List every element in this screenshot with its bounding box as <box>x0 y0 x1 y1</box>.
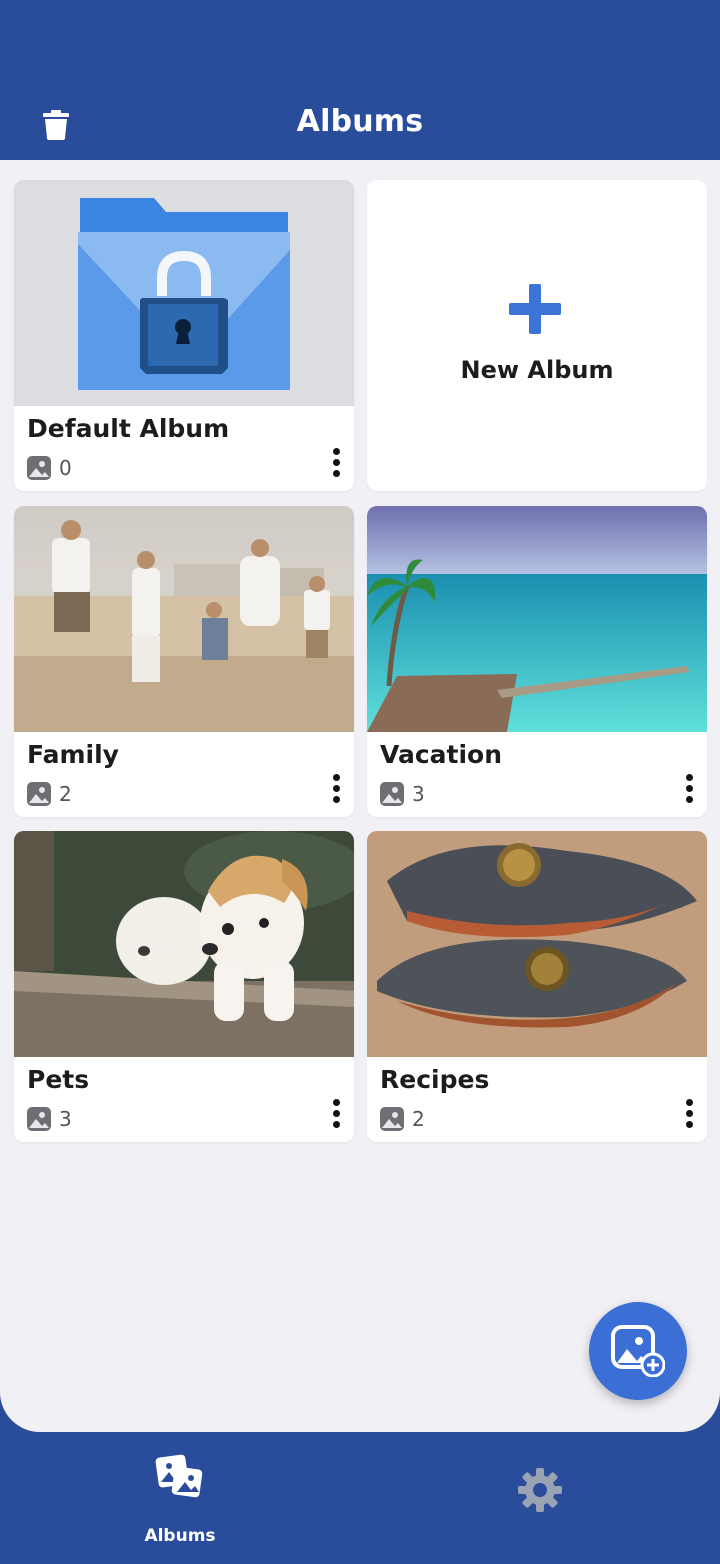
album-card-pets[interactable]: Pets 3 <box>14 831 354 1142</box>
more-dot <box>332 795 340 803</box>
add-photo-button[interactable] <box>589 1302 687 1400</box>
photo-icon <box>27 456 51 480</box>
more-dot <box>332 469 340 477</box>
album-more-button[interactable] <box>326 1095 346 1131</box>
locked-folder-icon <box>14 180 354 406</box>
new-album-label: New Album <box>460 356 614 384</box>
plus-icon <box>509 284 561 334</box>
album-name: Default Album <box>27 414 230 443</box>
more-dot <box>332 458 340 466</box>
more-dot <box>685 795 693 803</box>
album-more-button[interactable] <box>326 444 346 480</box>
album-name: Pets <box>27 1065 90 1094</box>
album-count-row: 2 <box>27 782 72 806</box>
album-card-family[interactable]: Family 2 <box>14 506 354 817</box>
album-count-row: 2 <box>380 1107 425 1131</box>
photo-icon <box>380 782 404 806</box>
bottom-nav: Albums <box>0 1432 720 1564</box>
album-photo-count: 0 <box>59 456 72 480</box>
album-count-row: 3 <box>27 1107 72 1131</box>
albums-icon <box>155 1454 203 1498</box>
album-photo-count: 2 <box>59 782 72 806</box>
album-name: Vacation <box>380 740 503 769</box>
more-dot <box>685 773 693 781</box>
album-photo-count: 3 <box>59 1107 72 1131</box>
album-count-row: 3 <box>380 782 425 806</box>
more-dot <box>332 773 340 781</box>
more-dot <box>332 1098 340 1106</box>
add-photo-icon <box>611 1325 665 1377</box>
new-album-card[interactable]: New Album <box>367 180 707 491</box>
album-more-button[interactable] <box>679 770 699 806</box>
album-more-button[interactable] <box>326 770 346 806</box>
more-dot <box>332 1109 340 1117</box>
more-dot <box>332 784 340 792</box>
album-name: Recipes <box>380 1065 490 1094</box>
album-thumbnail <box>14 831 354 1057</box>
album-photo-count: 3 <box>412 782 425 806</box>
nav-albums-label: Albums <box>144 1526 216 1546</box>
album-count-row: 0 <box>27 456 72 480</box>
album-name: Family <box>27 740 119 769</box>
more-dot <box>685 784 693 792</box>
more-dot <box>685 1120 693 1128</box>
album-card-default[interactable]: Default Album 0 <box>14 180 354 491</box>
nav-settings[interactable] <box>460 1452 620 1552</box>
album-thumbnail <box>367 831 707 1057</box>
album-card-recipes[interactable]: Recipes 2 <box>367 831 707 1142</box>
more-dot <box>332 1120 340 1128</box>
photo-icon <box>27 782 51 806</box>
more-dot <box>332 447 340 455</box>
album-thumbnail <box>14 506 354 732</box>
more-dot <box>685 1098 693 1106</box>
more-dot <box>685 1109 693 1117</box>
album-grid: Default Album 0 New Album Family 2 Vacat… <box>0 160 720 1432</box>
album-more-button[interactable] <box>679 1095 699 1131</box>
photo-icon <box>27 1107 51 1131</box>
album-photo-count: 2 <box>412 1107 425 1131</box>
photo-icon <box>380 1107 404 1131</box>
album-card-vacation[interactable]: Vacation 3 <box>367 506 707 817</box>
gear-icon <box>518 1468 562 1512</box>
nav-albums[interactable]: Albums <box>100 1452 260 1552</box>
album-thumbnail <box>367 506 707 732</box>
page-title: Albums <box>296 104 424 139</box>
album-thumbnail <box>14 180 354 406</box>
app-bar: Albums <box>0 0 720 160</box>
